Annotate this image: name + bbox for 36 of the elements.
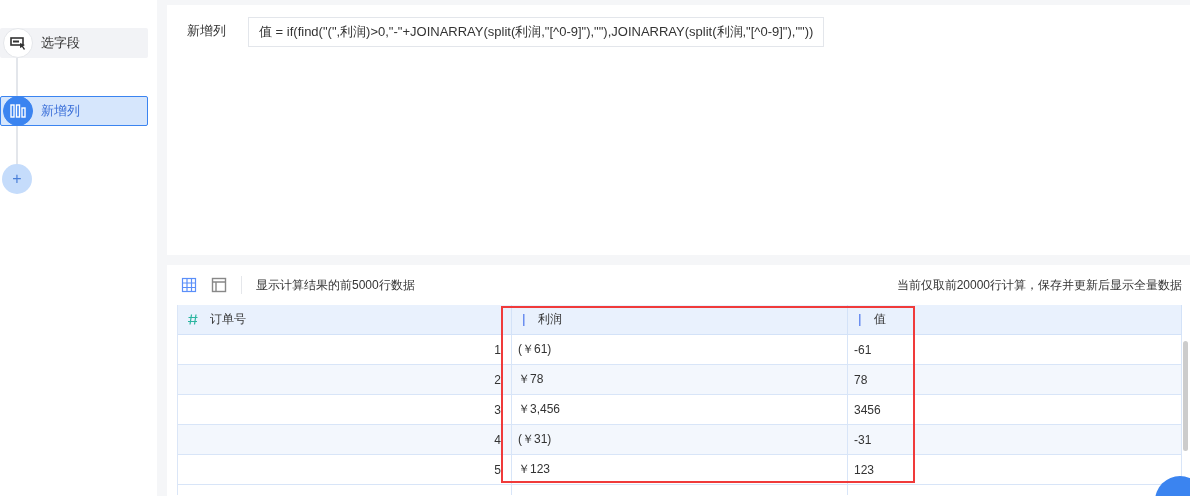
- formula-label: 新增列: [187, 22, 226, 40]
- table-cell: ￥123: [512, 455, 848, 485]
- view-tab[interactable]: [181, 277, 197, 293]
- table-cell: (￥61): [512, 335, 848, 365]
- table-cell: -61: [848, 335, 1182, 365]
- table-cell: 5: [178, 455, 512, 485]
- table-cell: -31: [848, 425, 1182, 455]
- number-type-icon: [188, 314, 198, 325]
- table-cell: 3456: [848, 395, 1182, 425]
- table-cell: 123: [848, 455, 1182, 485]
- column-title: 值: [874, 311, 886, 328]
- step-item[interactable]: 选字段: [0, 28, 148, 58]
- step-item[interactable]: 新增列: [0, 96, 148, 126]
- column-title: 订单号: [210, 311, 246, 328]
- grid-icon: [181, 277, 197, 293]
- table-cell: ￥78: [512, 365, 848, 395]
- field-picker-icon: [10, 36, 26, 50]
- column-header[interactable]: 值: [848, 305, 1182, 335]
- table-cell: 78: [848, 365, 1182, 395]
- table-cell: ￥3,456: [512, 395, 848, 425]
- columns-icon: [10, 104, 26, 118]
- layout-icon: [211, 277, 227, 293]
- formula-field[interactable]: 值 = if(find("(",利润)>0,"-"+JOINARRAY(split(利润,"[^0-9]"),""),JOINARRAY(split(利润,"[^0-9]"),"")): [248, 17, 825, 47]
- text-type-icon: [522, 313, 526, 326]
- table-cell: (￥31): [512, 425, 848, 455]
- preview-note: 显示计算结果的前5000行数据: [256, 276, 415, 294]
- table-cell: 2: [178, 365, 512, 395]
- view-tab[interactable]: [211, 277, 227, 293]
- table-cell: 1: [178, 335, 512, 365]
- table-cell: 3: [178, 395, 512, 425]
- text-type-icon: [858, 313, 862, 326]
- column-header[interactable]: 利润: [512, 305, 848, 335]
- table-cell: 4: [178, 425, 512, 455]
- column-title: 利润: [538, 311, 562, 328]
- column-header[interactable]: 订单号: [178, 305, 512, 335]
- limit-note: 当前仅取前20000行计算，保存并更新后显示全量数据: [896, 276, 1182, 294]
